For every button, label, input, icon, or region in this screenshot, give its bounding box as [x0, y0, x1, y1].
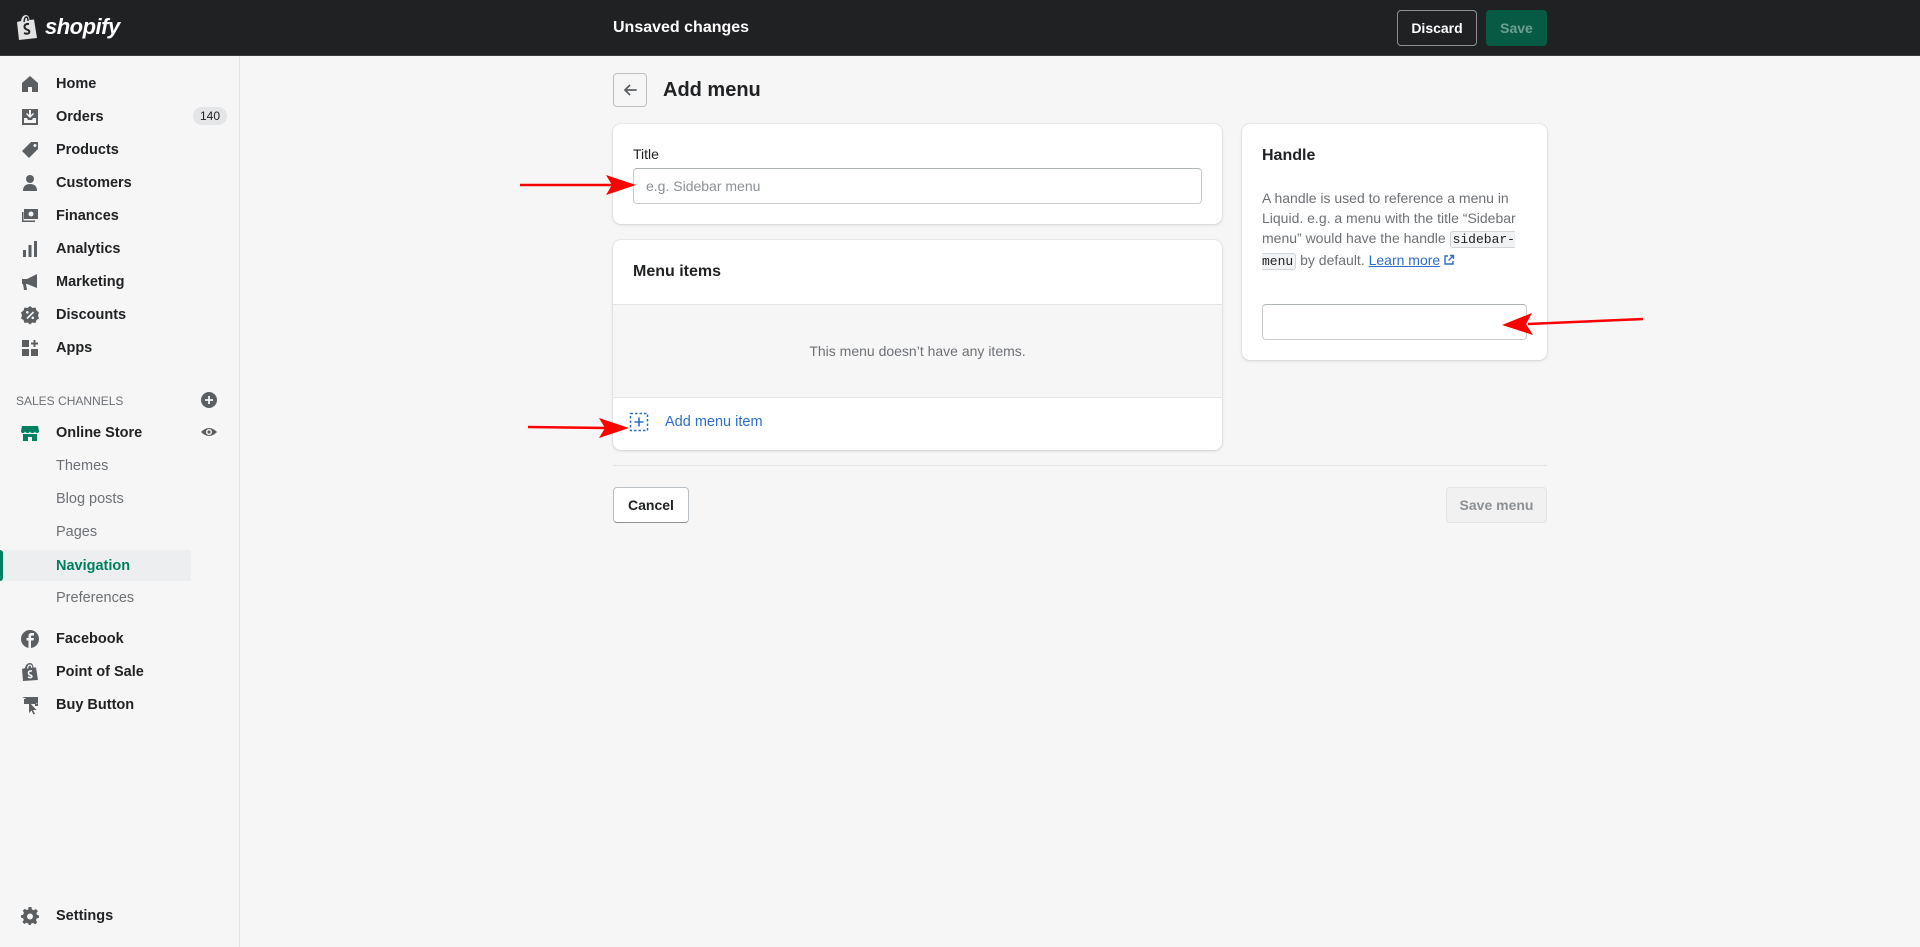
menu-items-card: Menu items This menu doesn’t have any it… [613, 240, 1222, 450]
sidebar-item-home[interactable]: Home [0, 67, 240, 100]
sidebar-item-online-store[interactable]: Online Store [0, 416, 240, 449]
save-button[interactable]: Save [1486, 10, 1547, 46]
page-title: Add menu [663, 79, 761, 101]
sidebar-subitem-preferences[interactable]: Preferences [0, 582, 191, 613]
sidebar-item-label: Analytics [56, 240, 121, 257]
sidebar-item-label: Online Store [56, 424, 143, 441]
sidebar-subitem-blog-posts[interactable]: Blog posts [0, 483, 191, 514]
buy-button-icon [20, 695, 40, 715]
store-icon [20, 423, 40, 443]
discard-button[interactable]: Discard [1397, 10, 1477, 46]
cancel-button[interactable]: Cancel [613, 487, 689, 523]
gear-icon [20, 906, 40, 926]
bar-chart-icon [20, 239, 40, 259]
sidebar-subitem-navigation[interactable]: Navigation [0, 550, 191, 581]
finances-icon [20, 206, 40, 226]
annotation-arrow-handle [1502, 313, 1644, 335]
annotation-arrow-add-item [527, 418, 629, 438]
tag-icon [20, 140, 40, 160]
sidebar-item-apps[interactable]: Apps [0, 331, 240, 364]
sidebar-item-label: Marketing [56, 273, 125, 290]
sidebar-item-label: Products [56, 141, 119, 158]
sidebar-subitem-label: Navigation [56, 557, 131, 574]
menu-empty-text: This menu doesn’t have any items. [809, 343, 1026, 359]
eye-icon[interactable] [200, 423, 218, 441]
sidebar-item-buy-button[interactable]: Buy Button [0, 688, 240, 721]
external-link-icon [1444, 254, 1455, 265]
person-icon [20, 173, 40, 193]
sidebar-item-settings[interactable]: Settings [0, 899, 240, 932]
learn-more-link[interactable]: Learn more [1369, 252, 1441, 268]
pos-icon [20, 662, 40, 682]
title-input[interactable] [633, 168, 1202, 204]
sales-channels-title: SALES CHANNELS [16, 394, 124, 408]
sidebar-item-products[interactable]: Products [0, 133, 240, 166]
learn-more-label: Learn more [1368, 252, 1441, 268]
form-divider [613, 465, 1547, 466]
top-bar: shopify Unsaved changes Discard Save [0, 0, 1920, 56]
sidebar-item-orders[interactable]: Orders 140 [0, 100, 240, 133]
sidebar-item-point-of-sale[interactable]: Point of Sale [0, 655, 240, 688]
sidebar-item-label: Facebook [56, 630, 124, 647]
title-label: Title [633, 146, 659, 162]
home-icon [20, 74, 40, 94]
sidebar-subitem-label: Preferences [56, 589, 135, 606]
facebook-icon [20, 629, 40, 649]
sidebar-item-label: Apps [56, 339, 93, 356]
apps-icon [20, 338, 40, 358]
orders-count-badge: 140 [193, 107, 228, 125]
back-button[interactable] [613, 73, 647, 107]
sidebar-item-label: Discounts [56, 306, 127, 323]
unsaved-changes-text: Unsaved changes [613, 19, 750, 36]
sidebar-subitem-label: Themes [56, 457, 109, 474]
logo-text: shopify [45, 14, 120, 39]
handle-description: A handle is used to reference a menu in … [1262, 188, 1530, 272]
sidebar-item-label: Home [56, 75, 97, 92]
sidebar-item-analytics[interactable]: Analytics [0, 232, 240, 265]
sidebar-item-label: Buy Button [56, 696, 135, 713]
sidebar-subitem-label: Blog posts [56, 490, 124, 507]
sidebar: Home Orders 140 Products Customers Finan… [0, 56, 240, 947]
handle-input[interactable] [1262, 304, 1527, 340]
sidebar-item-label: Settings [56, 907, 114, 924]
annotation-arrow-title [520, 175, 636, 195]
add-item-icon [629, 412, 649, 432]
megaphone-icon [20, 272, 40, 292]
add-menu-item-label: Add menu item [665, 414, 763, 430]
sidebar-item-marketing[interactable]: Marketing [0, 265, 240, 298]
sidebar-item-label: Customers [56, 174, 132, 191]
sidebar-item-discounts[interactable]: Discounts [0, 298, 240, 331]
shopify-logo[interactable]: shopify [16, 13, 120, 41]
handle-heading: Handle [1262, 147, 1316, 164]
sidebar-item-customers[interactable]: Customers [0, 166, 240, 199]
add-channel-icon[interactable] [200, 391, 218, 409]
arrow-left-icon [624, 84, 637, 96]
sidebar-subitem-pages[interactable]: Pages [0, 516, 191, 547]
shopify-bag-icon [17, 15, 37, 40]
add-menu-item-button[interactable]: Add menu item [629, 412, 763, 432]
title-card: Title [613, 124, 1222, 224]
menu-items-heading: Menu items [633, 263, 722, 280]
save-menu-button[interactable]: Save menu [1446, 487, 1547, 523]
orders-icon [20, 107, 40, 127]
sidebar-item-finances[interactable]: Finances [0, 199, 240, 232]
discount-icon [20, 305, 40, 325]
sidebar-subitem-label: Pages [56, 523, 98, 540]
sidebar-item-facebook[interactable]: Facebook [0, 622, 240, 655]
sidebar-item-label: Orders [56, 108, 104, 125]
handle-desc-text-2: by default. [1300, 252, 1365, 268]
sidebar-item-label: Finances [56, 207, 119, 224]
menu-empty-state: This menu doesn’t have any items. [613, 304, 1222, 398]
sidebar-item-label: Point of Sale [56, 663, 144, 680]
sidebar-subitem-themes[interactable]: Themes [0, 450, 191, 481]
